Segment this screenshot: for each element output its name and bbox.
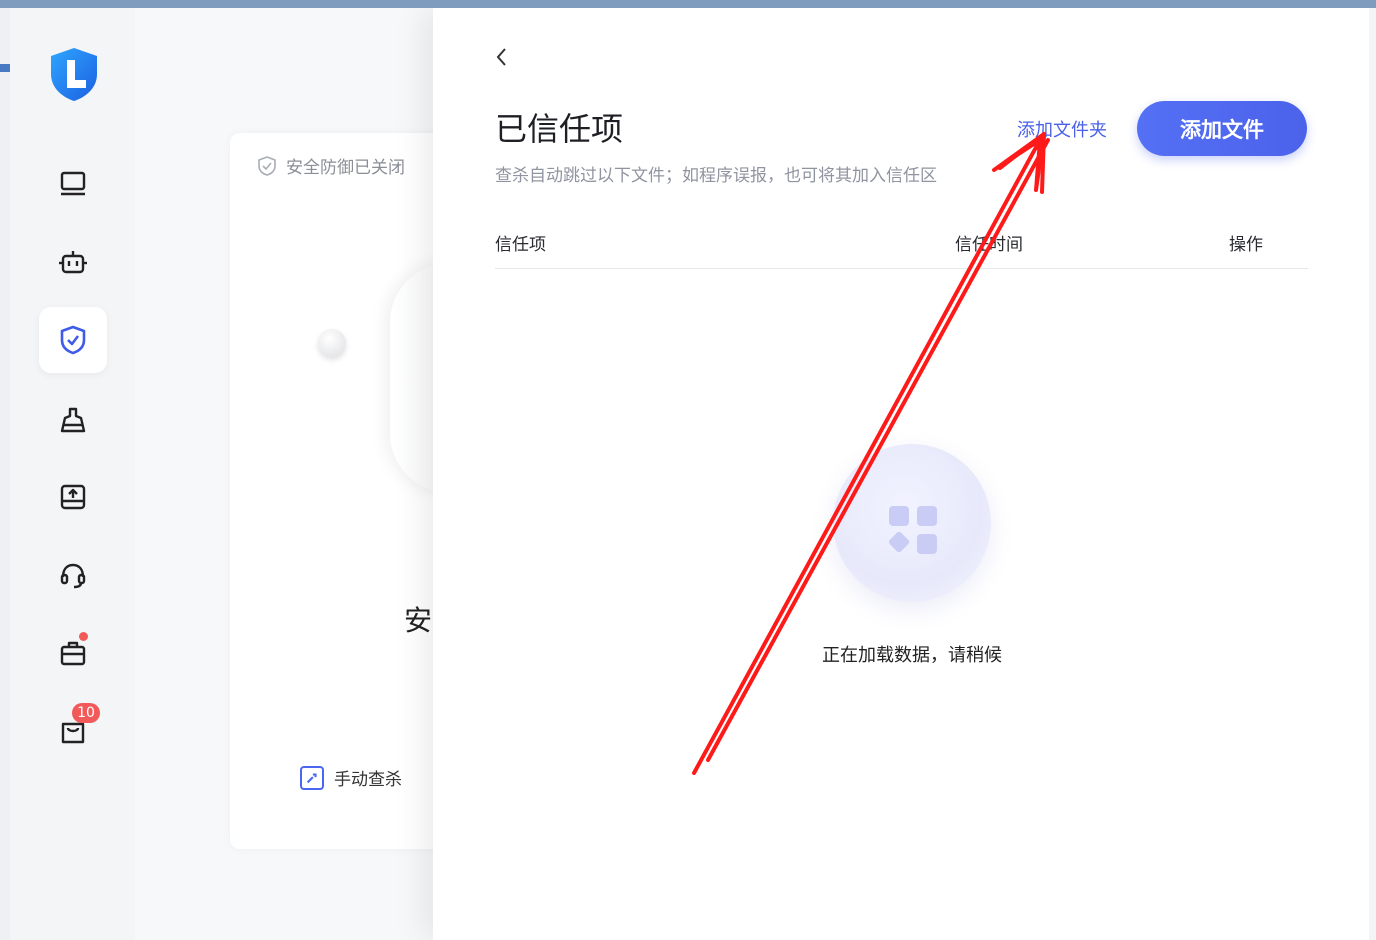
sidebar-item-computer[interactable] [39, 151, 107, 217]
shield-check-icon [258, 155, 276, 176]
app-logo-icon [51, 48, 97, 101]
background-window-edge [0, 8, 10, 940]
app-window: 10 安全防御已关闭 安 手动查杀 已信任项 查杀自动跳过以下文件；如程序误报，… [10, 8, 1369, 940]
decorative-ball [318, 329, 346, 357]
manual-scan-label: 手动查杀 [334, 770, 402, 790]
protection-status-text: 安全防御已关闭 [286, 158, 405, 178]
sidebar-item-upload[interactable] [39, 464, 107, 530]
sidebar-item-robot[interactable] [39, 230, 107, 296]
column-header-item: 信任项 [495, 235, 546, 255]
background-titlebar [0, 0, 1376, 8]
loading-text: 正在加载数据，请稍候 [822, 645, 1002, 666]
headset-icon [60, 563, 86, 589]
upload-box-icon [60, 484, 86, 510]
table-header: 信任项 信任时间 操作 [495, 226, 1308, 269]
trusted-items-panel: 已信任项 查杀自动跳过以下文件；如程序误报，也可将其加入信任区 添加文件夹 添加… [433, 8, 1369, 940]
toolbox-icon [60, 641, 86, 666]
sidebar-item-security[interactable] [39, 307, 107, 373]
sidebar-item-toolbox[interactable] [39, 620, 107, 686]
page-subtitle: 查杀自动跳过以下文件；如程序误报，也可将其加入信任区 [495, 166, 937, 186]
loading-illustration [833, 444, 991, 602]
notification-dot [79, 632, 88, 641]
sidebar-item-support[interactable] [39, 542, 107, 608]
back-chevron-icon[interactable] [491, 46, 513, 68]
robot-icon [59, 251, 87, 274]
background-window-edge-right [1369, 8, 1376, 940]
column-header-time: 信任时间 [955, 235, 1023, 255]
apps-grid-icon [888, 506, 937, 554]
sidebar-item-store[interactable]: 10 [39, 697, 107, 763]
column-header-action: 操作 [1229, 235, 1263, 255]
manual-scan-button[interactable]: 手动查杀 [300, 765, 402, 790]
card-heading: 安 [404, 604, 433, 637]
broom-icon [60, 407, 86, 433]
add-folder-link[interactable]: 添加文件夹 [1017, 116, 1107, 142]
computer-icon [60, 171, 86, 196]
page-title: 已信任项 [495, 110, 624, 148]
notification-badge: 10 [72, 703, 100, 723]
add-file-button[interactable]: 添加文件 [1137, 101, 1307, 156]
protection-status: 安全防御已关闭 [256, 153, 405, 178]
sidebar: 10 [10, 8, 135, 940]
background-accent [0, 64, 10, 72]
shield-check-icon [60, 325, 86, 355]
wrench-icon [300, 765, 324, 790]
sidebar-item-cleanup[interactable] [39, 387, 107, 453]
